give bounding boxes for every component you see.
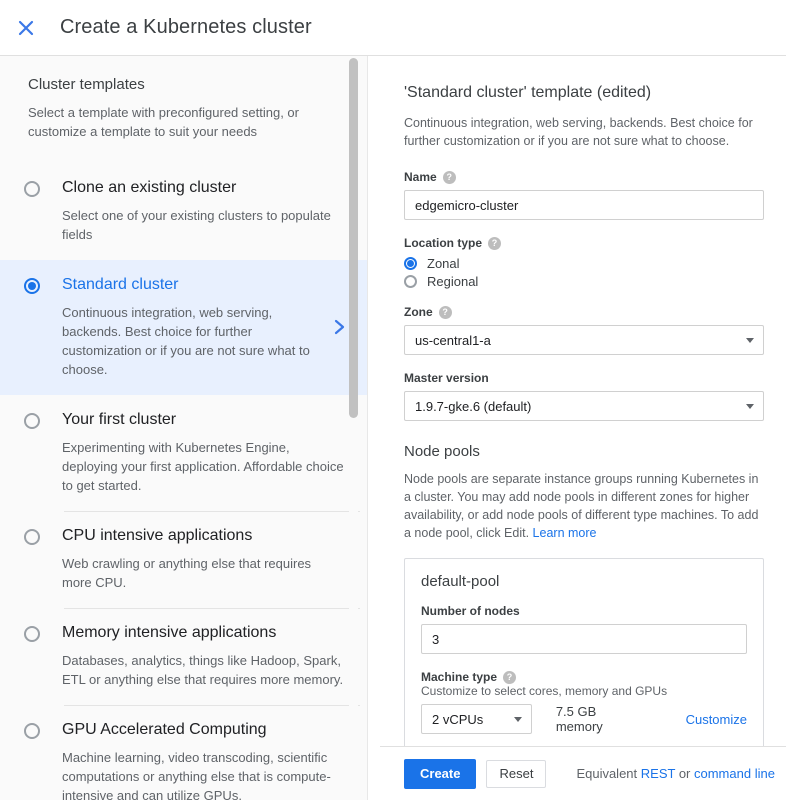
template-option-standard-cluster[interactable]: Standard cluster Continuous integration,… [0,260,368,395]
create-cluster-dialog: Create a Kubernetes cluster Cluster temp… [0,0,786,800]
template-description: Machine learning, video transcoding, sci… [62,748,344,800]
template-radio[interactable] [24,181,40,197]
divider [64,608,360,609]
template-name: Standard cluster [62,274,324,296]
name-label: Name [404,170,437,184]
equivalent-prefix: Equivalent [576,766,640,781]
template-radio[interactable] [24,723,40,739]
node-pools-title: Node pools [404,443,764,460]
machine-type-label: Machine type [421,670,497,684]
template-radio[interactable] [24,626,40,642]
zone-value: us-central1-a [415,333,491,348]
template-list: Clone an existing cluster Select one of … [0,163,368,800]
template-description: Databases, analytics, things like Hadoop… [62,651,344,689]
location-type-option-zonal[interactable]: Zonal [404,256,764,271]
number-of-nodes-input[interactable] [421,624,747,654]
rest-link[interactable]: REST [641,766,675,781]
machine-type-row: 2 vCPUs 7.5 GB memory Customize [421,704,747,734]
template-text: Clone an existing cluster Select one of … [62,177,350,244]
template-text: GPU Accelerated Computing Machine learni… [62,719,350,800]
location-type-option-regional[interactable]: Regional [404,274,764,289]
template-radio[interactable] [24,278,40,294]
cluster-templates-panel: Cluster templates Select a template with… [0,56,368,800]
template-option-clone-an-existing-cluster[interactable]: Clone an existing cluster Select one of … [0,163,368,260]
cluster-templates-subtitle: Select a template with preconfigured set… [28,103,328,141]
node-pools-description: Node pools are separate instance groups … [404,470,764,542]
memory-text: 7.5 GB memory [556,704,634,734]
or-text: or [675,766,694,781]
number-of-nodes-label: Number of nodes [421,604,520,618]
template-detail-title: 'Standard cluster' template (edited) [404,84,764,102]
template-name: CPU intensive applications [62,525,344,547]
template-name: Your first cluster [62,409,344,431]
chevron-right-icon[interactable] [330,317,350,337]
cluster-templates-scroll: Cluster templates Select a template with… [0,56,368,800]
template-option-memory-intensive-applications[interactable]: Memory intensive applications Databases,… [0,608,368,705]
template-option-gpu-accelerated-computing[interactable]: GPU Accelerated Computing Machine learni… [0,705,368,800]
zone-select[interactable]: us-central1-a [404,325,764,355]
template-description: Select one of your existing clusters to … [62,206,344,244]
template-detail-scroll: 'Standard cluster' template (edited) Con… [380,56,786,746]
learn-more-link[interactable]: Learn more [533,526,597,540]
master-version-value: 1.9.7-gke.6 (default) [415,399,531,414]
machine-type-value: 2 vCPUs [432,712,483,727]
chevron-down-icon [514,717,522,722]
reset-button[interactable]: Reset [486,760,546,788]
equivalent-text: Equivalent REST or command line [576,766,775,781]
template-name: Memory intensive applications [62,622,344,644]
machine-type-select[interactable]: 2 vCPUs [421,704,532,734]
node-pool-name: default-pool [421,573,747,590]
template-text: Your first cluster Experimenting with Ku… [62,409,350,495]
location-type-label-row: Location type ? [404,236,764,250]
master-version-label: Master version [404,371,489,385]
master-version-label-row: Master version [404,371,764,385]
cluster-templates-title: Cluster templates [28,76,340,93]
master-version-select[interactable]: 1.9.7-gke.6 (default) [404,391,764,421]
help-icon[interactable]: ? [439,306,452,319]
location-type-option-label: Zonal [427,256,460,271]
zone-label: Zone [404,305,433,319]
divider [64,511,360,512]
help-icon[interactable]: ? [503,671,516,684]
location-type-radio[interactable] [404,257,417,270]
close-icon[interactable] [14,16,38,40]
template-description: Web crawling or anything else that requi… [62,554,344,592]
template-radio[interactable] [24,413,40,429]
template-text: Memory intensive applications Databases,… [62,622,350,689]
location-type-radio[interactable] [404,275,417,288]
zone-label-row: Zone ? [404,305,764,319]
chevron-down-icon [746,404,754,409]
machine-type-hint: Customize to select cores, memory and GP… [421,684,747,698]
help-icon[interactable]: ? [443,171,456,184]
location-type-option-label: Regional [427,274,478,289]
page-title: Create a Kubernetes cluster [60,16,312,39]
cluster-name-input[interactable] [404,190,764,220]
number-of-nodes-label-row: Number of nodes [421,604,747,618]
template-description: Continuous integration, web serving, bac… [62,303,324,379]
template-text: Standard cluster Continuous integration,… [62,274,330,379]
machine-type-label-row: Machine type ? [421,670,747,684]
template-text: CPU intensive applications Web crawling … [62,525,350,592]
template-radio[interactable] [24,529,40,545]
template-name: Clone an existing cluster [62,177,344,199]
dialog-body: Cluster templates Select a template with… [0,56,786,800]
location-type-label: Location type [404,236,482,250]
dialog-header: Create a Kubernetes cluster [0,0,786,56]
template-description: Experimenting with Kubernetes Engine, de… [62,438,344,495]
template-option-your-first-cluster[interactable]: Your first cluster Experimenting with Ku… [0,395,368,511]
template-detail-panel: 'Standard cluster' template (edited) Con… [380,56,786,800]
help-icon[interactable]: ? [488,237,501,250]
divider [64,705,360,706]
create-button[interactable]: Create [404,759,476,789]
template-detail-subtitle: Continuous integration, web serving, bac… [404,114,764,150]
name-label-row: Name ? [404,170,764,184]
template-option-cpu-intensive-applications[interactable]: CPU intensive applications Web crawling … [0,511,368,608]
command-line-link[interactable]: command line [694,766,775,781]
left-scrollbar-thumb[interactable] [349,58,358,418]
template-name: GPU Accelerated Computing [62,719,344,741]
chevron-down-icon [746,338,754,343]
cluster-templates-header: Cluster templates Select a template with… [0,56,368,141]
customize-link[interactable]: Customize [686,712,747,727]
action-bar: Create Reset Equivalent REST or command … [380,746,786,800]
